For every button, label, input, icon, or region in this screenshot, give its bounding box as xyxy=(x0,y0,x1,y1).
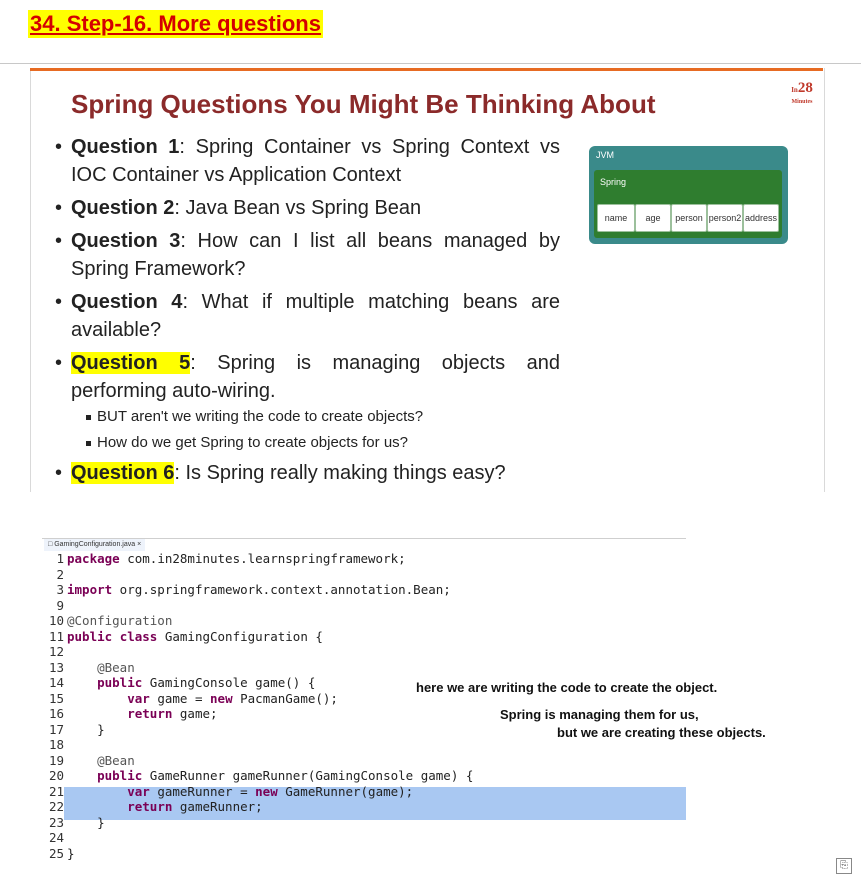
question-item: • Question 5: Spring is managing objects… xyxy=(55,349,560,405)
line-number: 15 xyxy=(48,690,64,706)
line-number: 19 xyxy=(48,752,64,768)
line-number: 13 xyxy=(48,659,64,675)
question-label: Question 6 xyxy=(71,462,175,484)
code-line[interactable]: } xyxy=(67,846,75,862)
editor-tab[interactable]: □ GamingConfiguration.java × xyxy=(44,539,146,551)
line-number: 20 xyxy=(48,768,64,783)
annotation-note: but we are creating these objects. xyxy=(557,725,766,740)
line-number: 24 xyxy=(48,830,64,845)
sub-bullet-text: BUT aren't we writing the code to create… xyxy=(97,408,424,425)
question-label: Question 3 xyxy=(71,230,181,252)
question-text: : Java Bean vs Spring Bean xyxy=(174,197,422,219)
bean-box: name xyxy=(597,204,635,232)
code-line[interactable]: public class GamingConfiguration { xyxy=(67,629,323,645)
line-number: 22 xyxy=(48,799,64,814)
logo-prefix: In xyxy=(791,86,798,94)
logo-number: 28 xyxy=(797,80,813,96)
question-item: • Question 6: Is Spring really making th… xyxy=(55,459,560,487)
sub-bullet: How do we get Spring to create objects f… xyxy=(86,433,408,453)
page-heading: 34. Step-16. More questions xyxy=(28,10,323,38)
bullet-icon: • xyxy=(55,462,63,484)
jvm-label: JVM xyxy=(596,150,614,160)
question-label: Question 5 xyxy=(71,352,191,374)
annotation-note: Spring is managing them for us, xyxy=(500,707,699,722)
code-line[interactable]: import org.springframework.context.annot… xyxy=(67,582,451,598)
logo-sub: Minutes xyxy=(791,99,813,105)
bullet-icon: • xyxy=(55,352,63,374)
bullet-icon: • xyxy=(55,136,63,158)
line-number: 10 xyxy=(48,613,64,628)
code-line[interactable]: @Bean xyxy=(67,753,135,769)
code-line[interactable]: package com.in28minutes.learnspringframe… xyxy=(67,551,406,567)
question-item: • Question 4: What if multiple matching … xyxy=(55,288,560,344)
code-line[interactable]: public GamingConsole game() { xyxy=(67,675,315,691)
bullet-icon: • xyxy=(55,230,63,252)
question-text: : Is Spring really making things easy? xyxy=(174,462,506,484)
line-number: 9 xyxy=(56,597,64,613)
code-line[interactable]: public GameRunner gameRunner(GamingConso… xyxy=(67,768,473,784)
bean-box: person2 xyxy=(707,204,743,232)
sub-bullet-text: How do we get Spring to create objects f… xyxy=(97,434,409,451)
bean-box: address xyxy=(743,204,779,232)
square-bullet-icon xyxy=(86,414,91,420)
spring-label: Spring xyxy=(600,177,627,187)
slide-accent-bar xyxy=(30,68,823,71)
line-number: 3 xyxy=(56,582,64,597)
code-line[interactable]: var gameRunner = new GameRunner(game); xyxy=(67,784,413,800)
bean-box: person xyxy=(671,204,707,232)
question-label: Question 4 xyxy=(71,291,183,313)
code-line[interactable]: var game = new PacmanGame(); xyxy=(67,691,338,707)
line-number: 23 xyxy=(48,814,64,830)
close-icon[interactable]: × xyxy=(135,541,141,548)
line-number: 17 xyxy=(48,721,64,737)
question-item: • Question 3: How can I list all beans m… xyxy=(55,227,560,283)
question-item: • Question 1: Spring Container vs Spring… xyxy=(55,133,560,189)
question-label: Question 1 xyxy=(71,136,180,158)
question-label: Question 2 xyxy=(71,197,175,219)
sub-bullet: BUT aren't we writing the code to create… xyxy=(86,407,423,427)
line-number: 21 xyxy=(48,783,64,799)
line-number: 11 xyxy=(48,628,64,644)
code-line[interactable]: return gameRunner; xyxy=(67,799,262,815)
annotation-note: here we are writing the code to create t… xyxy=(416,680,718,695)
code-line[interactable]: @Configuration xyxy=(67,613,172,629)
in28minutes-logo: In28 Minutes xyxy=(785,80,819,106)
line-number: 2 xyxy=(56,566,64,582)
code-line[interactable]: } xyxy=(67,815,105,831)
line-number: 25 xyxy=(48,845,64,861)
divider xyxy=(0,63,861,64)
slide-title: Spring Questions You Might Be Thinking A… xyxy=(71,89,656,119)
line-number: 18 xyxy=(48,737,64,752)
line-number: 1 xyxy=(56,551,64,566)
bullet-icon: • xyxy=(55,197,63,219)
code-line[interactable]: return game; xyxy=(67,706,217,722)
line-number: 16 xyxy=(48,706,64,721)
tab-label: GamingConfiguration.java xyxy=(54,541,136,548)
code-line[interactable]: } xyxy=(67,722,105,738)
bullet-icon: • xyxy=(55,291,63,313)
square-bullet-icon xyxy=(86,440,91,446)
clipboard-icon[interactable]: ⎘ xyxy=(836,858,852,874)
line-number: 12 xyxy=(48,644,64,659)
question-item: • Question 2: Java Bean vs Spring Bean xyxy=(55,194,560,222)
bean-box: age xyxy=(635,204,671,232)
line-number: 14 xyxy=(48,675,64,690)
code-line[interactable]: @Bean xyxy=(67,660,135,676)
